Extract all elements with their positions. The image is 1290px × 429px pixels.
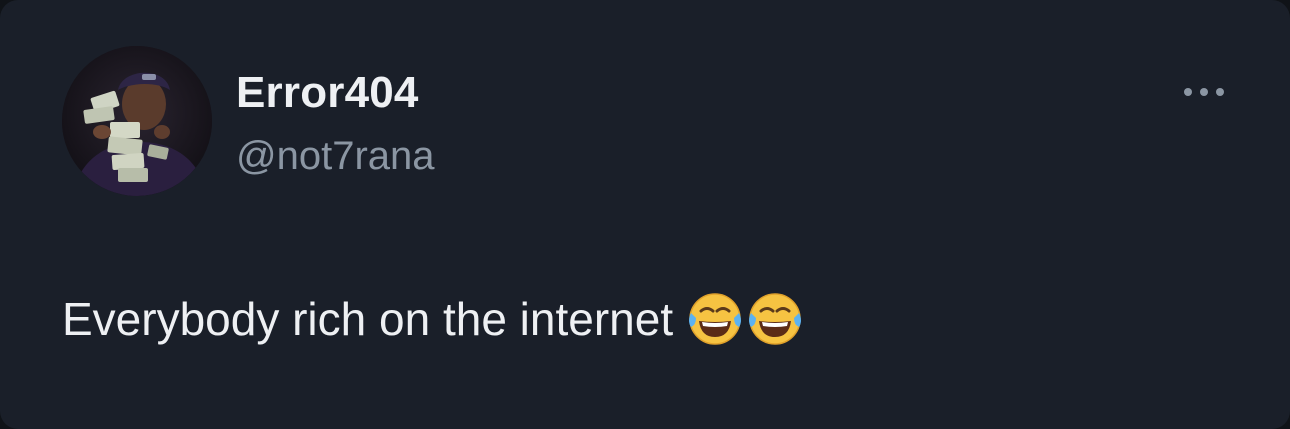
profile-photo — [62, 46, 212, 196]
tweet-body: Everybody rich on the internet — [62, 293, 674, 345]
tweet-text: Everybody rich on the internet — [62, 286, 803, 352]
laughing-crying-emoji-icon — [687, 291, 743, 347]
more-options-button[interactable] — [1176, 78, 1232, 106]
username-handle[interactable]: @not7rana — [236, 132, 435, 180]
more-options-icon — [1184, 88, 1224, 96]
laughing-crying-emoji-icon — [747, 291, 803, 347]
avatar[interactable] — [62, 46, 212, 196]
display-name[interactable]: Error404 — [236, 68, 419, 118]
tweet-card: Error404 @not7rana Everybody rich on the… — [0, 0, 1290, 429]
